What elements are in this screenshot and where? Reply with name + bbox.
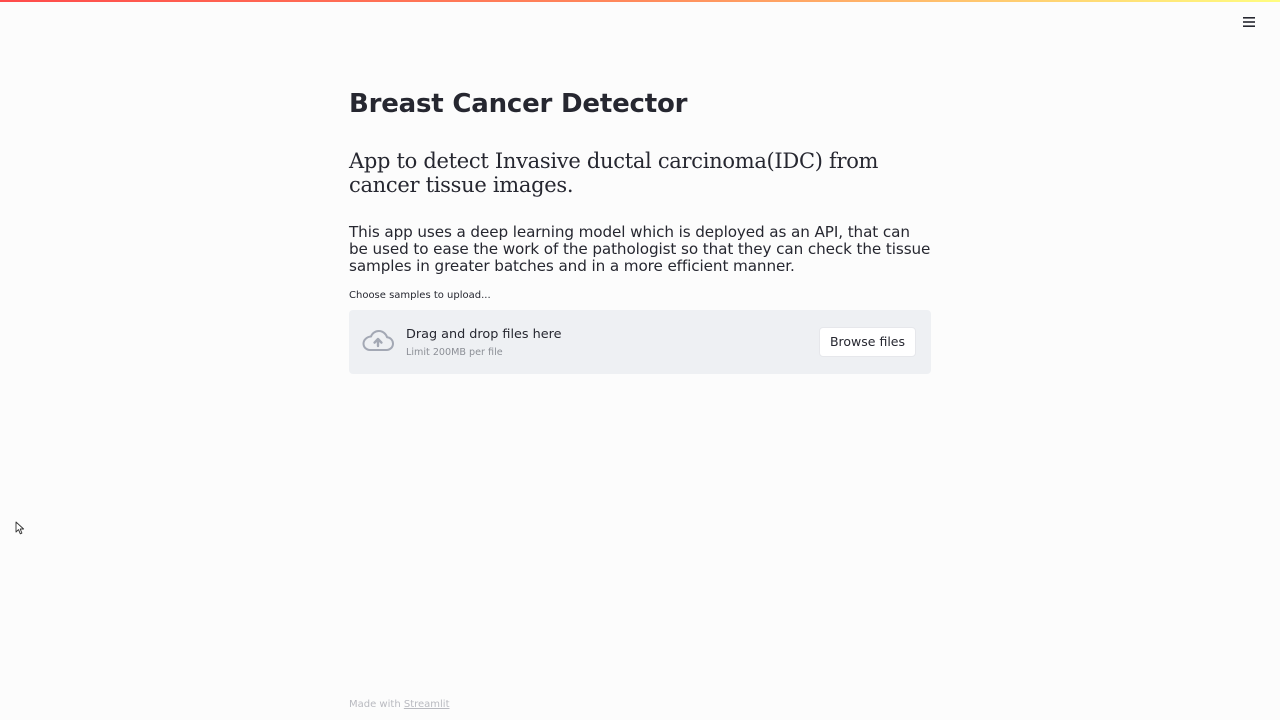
top-accent-bar (0, 0, 1280, 2)
drop-files-text: Drag and drop files here (406, 327, 562, 342)
cloud-upload-icon (362, 329, 394, 355)
footer-prefix: Made with (349, 699, 404, 710)
file-dropzone[interactable]: Drag and drop files here Limit 200MB per… (349, 310, 931, 374)
dropzone-instructions: Drag and drop files here Limit 200MB per… (406, 327, 561, 359)
uploader-label: Choose samples to upload... (349, 290, 491, 301)
streamlit-link[interactable]: Streamlit (404, 699, 450, 710)
file-size-limit: Limit 200MB per file (406, 347, 503, 358)
browse-files-button[interactable]: Browse files (818, 327, 916, 357)
app-description: This app uses a deep learning model whic… (349, 223, 931, 275)
footer: Made with Streamlit (349, 698, 450, 712)
mouse-cursor-icon (15, 520, 25, 535)
page-subtitle: App to detect Invasive ductal carcinoma(… (349, 149, 879, 197)
page-title: Breast Cancer Detector (349, 89, 688, 119)
main-content: Breast Cancer Detector App to detect Inv… (349, 86, 931, 374)
hamburger-menu-icon[interactable] (1242, 15, 1256, 29)
